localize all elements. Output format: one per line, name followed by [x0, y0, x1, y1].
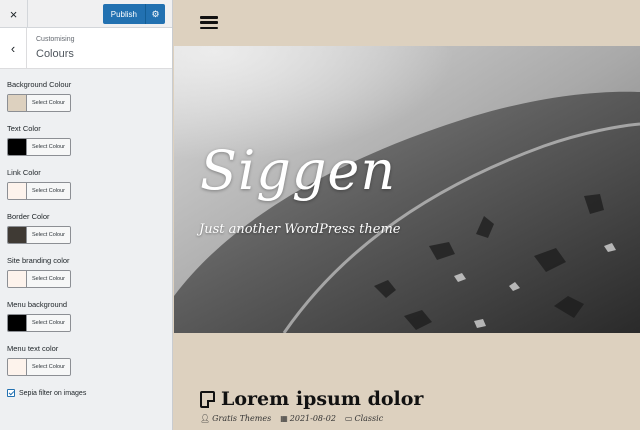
author-name: Gratis Themes	[212, 414, 272, 423]
control-menu-text-color: Menu text color Select Colour	[7, 344, 172, 388]
date-text: 2021-08-02	[289, 414, 336, 423]
select-colour-label: Select Colour	[27, 359, 70, 375]
calendar-icon: ▦	[280, 414, 288, 423]
control-label: Link Color	[7, 168, 41, 177]
color-picker-button[interactable]: Select Colour	[7, 270, 71, 288]
publish-settings-button[interactable]: ⚙	[145, 4, 165, 24]
control-site-branding-color: Site branding color Select Colour	[7, 256, 172, 300]
site-title[interactable]: Siggen	[200, 139, 396, 202]
color-picker-button[interactable]: Select Colour	[7, 314, 71, 332]
color-picker-button[interactable]: Select Colour	[7, 226, 71, 244]
color-swatch	[8, 95, 27, 111]
color-swatch	[8, 227, 27, 243]
color-picker-button[interactable]: Select Colour	[7, 182, 71, 200]
section-title: Colours	[36, 48, 74, 60]
color-swatch	[8, 315, 27, 331]
close-customizer-button[interactable]: ×	[0, 0, 28, 28]
close-icon: ×	[9, 6, 18, 22]
control-label: Menu background	[7, 300, 68, 309]
folder-icon: ▭	[344, 414, 353, 423]
select-colour-label: Select Colour	[27, 183, 70, 199]
breadcrumb: Customising	[36, 36, 75, 43]
sepia-filter-label: Sepia filter on images	[19, 389, 87, 397]
customizer-header: × Publish ⚙	[0, 0, 172, 28]
color-swatch	[8, 139, 27, 155]
control-label: Border Color	[7, 212, 50, 221]
color-swatch	[8, 359, 27, 375]
customizer-sidebar: × Publish ⚙ ‹ Customising Colours Backgr…	[0, 0, 173, 430]
site-preview: Siggen Just another WordPress theme Lore…	[174, 0, 640, 430]
select-colour-label: Select Colour	[27, 139, 70, 155]
sepia-filter-checkbox[interactable]	[7, 389, 15, 397]
category-text: Classic	[354, 414, 384, 423]
control-label: Menu text color	[7, 344, 59, 353]
control-menu-background: Menu background Select Colour	[7, 300, 172, 344]
control-label: Text Color	[7, 124, 41, 133]
color-swatch	[8, 183, 27, 199]
color-controls: Background Colour Select Colour Text Col…	[0, 69, 172, 397]
select-colour-label: Select Colour	[27, 271, 70, 287]
control-label: Site branding color	[7, 256, 70, 265]
user-icon: 👤︎	[200, 414, 211, 423]
post-date[interactable]: ▦ 2021-08-02	[280, 414, 336, 423]
menu-toggle-icon[interactable]	[200, 16, 218, 29]
select-colour-label: Select Colour	[27, 315, 70, 331]
color-picker-button[interactable]: Select Colour	[7, 94, 71, 112]
color-swatch	[8, 271, 27, 287]
control-border-color: Border Color Select Colour	[7, 212, 172, 256]
back-button[interactable]: ‹	[0, 28, 27, 68]
color-picker-button[interactable]: Select Colour	[7, 138, 71, 156]
select-colour-label: Select Colour	[27, 227, 70, 243]
control-label: Background Colour	[7, 80, 72, 89]
post-category[interactable]: ▭ Classic	[345, 414, 383, 423]
sepia-filter-option[interactable]: Sepia filter on images	[7, 389, 172, 397]
publish-group: Publish ⚙	[102, 4, 165, 24]
publish-button[interactable]: Publish	[102, 4, 145, 24]
post-entry: Lorem ipsum dolor 👤︎ Gratis Themes ▦ 202…	[200, 388, 423, 423]
header-image: Siggen Just another WordPress theme	[174, 46, 640, 333]
control-text-color: Text Color Select Colour	[7, 124, 172, 168]
select-colour-label: Select Colour	[27, 95, 70, 111]
post-title[interactable]: Lorem ipsum dolor	[221, 388, 423, 410]
section-header: ‹ Customising Colours	[0, 28, 172, 69]
site-tagline: Just another WordPress theme	[199, 222, 401, 237]
control-link-color: Link Color Select Colour	[7, 168, 172, 212]
sticky-note-icon	[200, 390, 215, 408]
gear-icon: ⚙	[151, 8, 160, 19]
control-background-colour: Background Colour Select Colour	[7, 80, 172, 124]
post-author[interactable]: 👤︎ Gratis Themes	[200, 414, 271, 423]
post-meta: 👤︎ Gratis Themes ▦ 2021-08-02 ▭ Classic	[200, 414, 423, 423]
chevron-left-icon: ‹	[10, 40, 16, 56]
color-picker-button[interactable]: Select Colour	[7, 358, 71, 376]
